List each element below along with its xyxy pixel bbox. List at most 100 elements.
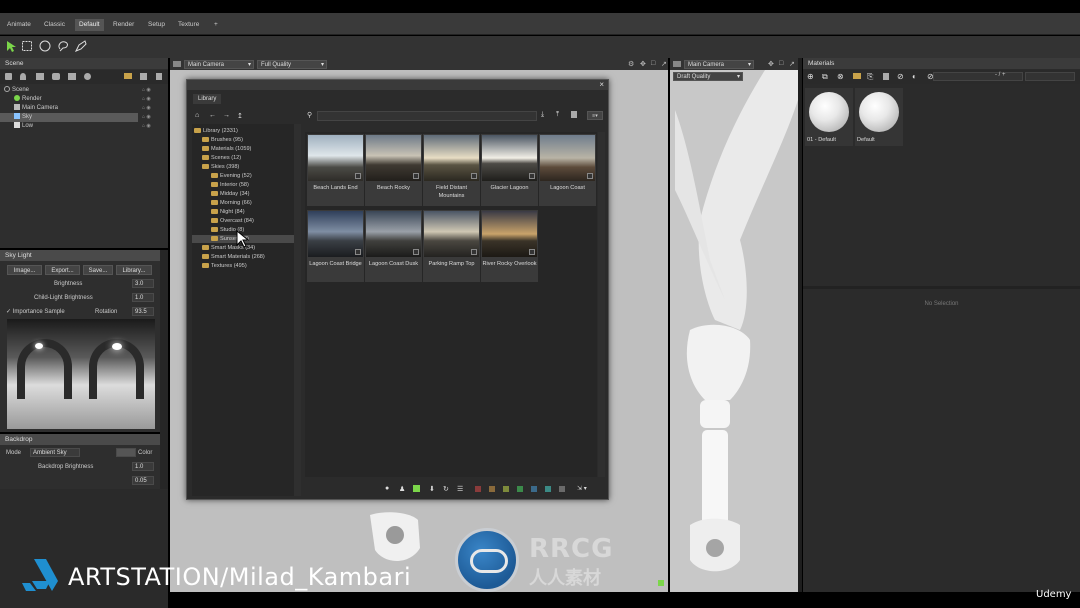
materials-size-slider[interactable] xyxy=(1025,72,1075,81)
child-light-field[interactable]: 1.0 xyxy=(132,293,154,302)
sky-thumbnail[interactable]: Lagoon Coast Bridge xyxy=(307,210,364,282)
tree-item-scenes[interactable]: Scenes (12) xyxy=(202,154,241,162)
tab-default[interactable]: Default xyxy=(75,19,104,31)
view-options-dropdown[interactable]: ≡▾ xyxy=(587,111,603,120)
sky-thumbnail[interactable]: Beach Rocky xyxy=(365,134,422,206)
importance-sample-checkbox[interactable]: ✓ Importance Sample xyxy=(6,307,65,317)
scene-tree-row[interactable]: Main Camera xyxy=(0,104,160,113)
color-tag-green[interactable] xyxy=(517,486,523,492)
scene-tree-row[interactable]: Scene xyxy=(0,86,160,95)
scene-tree-row[interactable]: Low xyxy=(0,122,160,131)
library-tab[interactable]: Library xyxy=(193,94,222,104)
color-swatch[interactable] xyxy=(116,448,136,457)
back-arrow-icon[interactable]: ← xyxy=(209,112,216,119)
quality-select[interactable]: Full Quality xyxy=(257,60,327,70)
materials-search-field[interactable] xyxy=(933,72,1023,81)
color-tag-yellow[interactable] xyxy=(503,486,509,492)
color-tag-teal[interactable] xyxy=(545,486,551,492)
thumbnail-checkbox[interactable] xyxy=(471,173,477,179)
trash-icon[interactable] xyxy=(571,111,577,118)
tab-render[interactable]: Render xyxy=(109,19,138,31)
sky-thumbnail[interactable]: Field Distant Mountains xyxy=(423,134,480,206)
library-titlebar[interactable]: × xyxy=(187,80,608,90)
materials-splitter[interactable] xyxy=(803,286,1080,289)
thumbnail-checkbox[interactable] xyxy=(471,249,477,255)
add-material-icon[interactable]: ⊕ xyxy=(807,72,814,81)
import-icon[interactable]: ⤓ xyxy=(541,111,544,119)
sky-thumbnail[interactable]: Beach Lands End xyxy=(307,134,364,206)
backdrop-extra-field[interactable]: 0.05 xyxy=(132,476,154,485)
thumbnail-checkbox[interactable] xyxy=(587,173,593,179)
library-button[interactable]: Library... xyxy=(116,265,152,275)
tree-item-overcast[interactable]: Overcast (84) xyxy=(211,217,254,225)
camera-select[interactable]: Main Camera xyxy=(184,60,254,70)
viewport-move-icon[interactable]: ✥ xyxy=(640,60,646,68)
thumbnail-checkbox[interactable] xyxy=(413,173,419,179)
tree-item-night[interactable]: Night (84) xyxy=(211,208,245,216)
tree-item-skies[interactable]: Skies (398) xyxy=(202,163,239,171)
tree-item-textures[interactable]: Textures (495) xyxy=(202,262,247,270)
thumbnail-checkbox[interactable] xyxy=(355,173,361,179)
rect-select-icon[interactable] xyxy=(21,40,33,52)
paint-select-icon[interactable] xyxy=(75,40,87,52)
sky-thumbnail[interactable]: Glacier Lagoon xyxy=(481,134,538,206)
tree-item-materials[interactable]: Materials (1059) xyxy=(202,145,251,153)
download-icon[interactable]: ⬇ xyxy=(429,485,435,493)
forward-arrow-icon[interactable]: → xyxy=(223,112,230,119)
thumbnail-checkbox[interactable] xyxy=(529,173,535,179)
rotation-field[interactable]: 93.5 xyxy=(132,307,154,316)
video-icon[interactable] xyxy=(68,73,76,80)
tab-setup[interactable]: Setup xyxy=(144,19,169,31)
sky-thumbnail[interactable]: Lagoon Coast Dusk xyxy=(365,210,422,282)
link-material-icon[interactable]: ⊗ xyxy=(837,72,844,81)
paste-material-icon[interactable]: ⎘ xyxy=(867,72,873,82)
export-button[interactable]: Export... xyxy=(45,265,80,275)
side-viewport[interactable]: Main Camera ✥ □ ↗ Draft Quality xyxy=(670,58,798,592)
viewport-settings-icon[interactable]: ⚙ xyxy=(628,60,634,68)
tree-scrollbar[interactable] xyxy=(294,124,301,496)
close-icon[interactable]: × xyxy=(599,80,604,89)
backdrop-brightness-field[interactable]: 1.0 xyxy=(132,462,154,471)
sky-preview-image[interactable] xyxy=(7,319,155,429)
tree-item-library[interactable]: Library (2331) xyxy=(194,127,238,135)
ellipse-select-icon[interactable] xyxy=(39,40,51,52)
sky-thumbnail[interactable]: Parking Ramp Top xyxy=(423,210,480,282)
library-search-input[interactable] xyxy=(317,111,537,121)
sphere-view-icon[interactable]: ● xyxy=(385,485,389,492)
sphere-icon[interactable] xyxy=(84,73,91,80)
grid-scrollbar[interactable] xyxy=(598,132,605,477)
camera-icon[interactable] xyxy=(36,73,44,80)
select-arrow-icon[interactable] xyxy=(5,40,17,52)
folder-icon[interactable] xyxy=(124,73,132,79)
light-icon[interactable] xyxy=(20,73,26,80)
color-tag-blue[interactable] xyxy=(531,486,537,492)
tree-item-smart-materials[interactable]: Smart Materials (268) xyxy=(202,253,265,261)
export-material-icon[interactable]: ◐ xyxy=(912,72,917,81)
tree-item-evening[interactable]: Evening (52) xyxy=(211,172,252,180)
save-button[interactable]: Save... xyxy=(83,265,113,275)
home-icon[interactable]: ⌂ xyxy=(195,112,199,119)
left-dock-scrollbar[interactable] xyxy=(160,250,168,489)
mode-select[interactable]: Ambient Sky xyxy=(30,448,80,457)
color-tag-red[interactable] xyxy=(475,486,481,492)
trash-icon[interactable] xyxy=(156,73,162,80)
scene-tree-row[interactable]: Render xyxy=(0,95,160,104)
brightness-field[interactable]: 3.0 xyxy=(132,279,154,288)
viewport-maximize-icon[interactable]: □ xyxy=(651,60,655,67)
tree-item-interior[interactable]: Interior (58) xyxy=(211,181,249,189)
thumbnail-checkbox[interactable] xyxy=(355,249,361,255)
tab-classic[interactable]: Classic xyxy=(40,19,69,31)
viewport-maximize-icon[interactable]: □ xyxy=(779,60,783,67)
copy-icon[interactable] xyxy=(140,73,147,80)
material-thumb[interactable]: Default xyxy=(855,88,903,146)
tab-animate[interactable]: Animate xyxy=(3,19,35,31)
thumbnail-checkbox[interactable] xyxy=(413,249,419,255)
viewport-popout-icon[interactable]: ↗ xyxy=(789,60,795,68)
viewport-popout-icon[interactable]: ↗ xyxy=(661,60,667,68)
export-icon[interactable]: ⤒ xyxy=(556,111,559,119)
viewport-move-icon[interactable]: ✥ xyxy=(768,60,774,68)
dock-splitter[interactable] xyxy=(798,58,802,592)
tag-filter-dropdown[interactable]: ⇲ ▾ xyxy=(577,485,587,492)
material-thumb[interactable]: 01 - Default xyxy=(805,88,853,146)
reset-material-icon[interactable]: ⊘ xyxy=(897,72,904,81)
